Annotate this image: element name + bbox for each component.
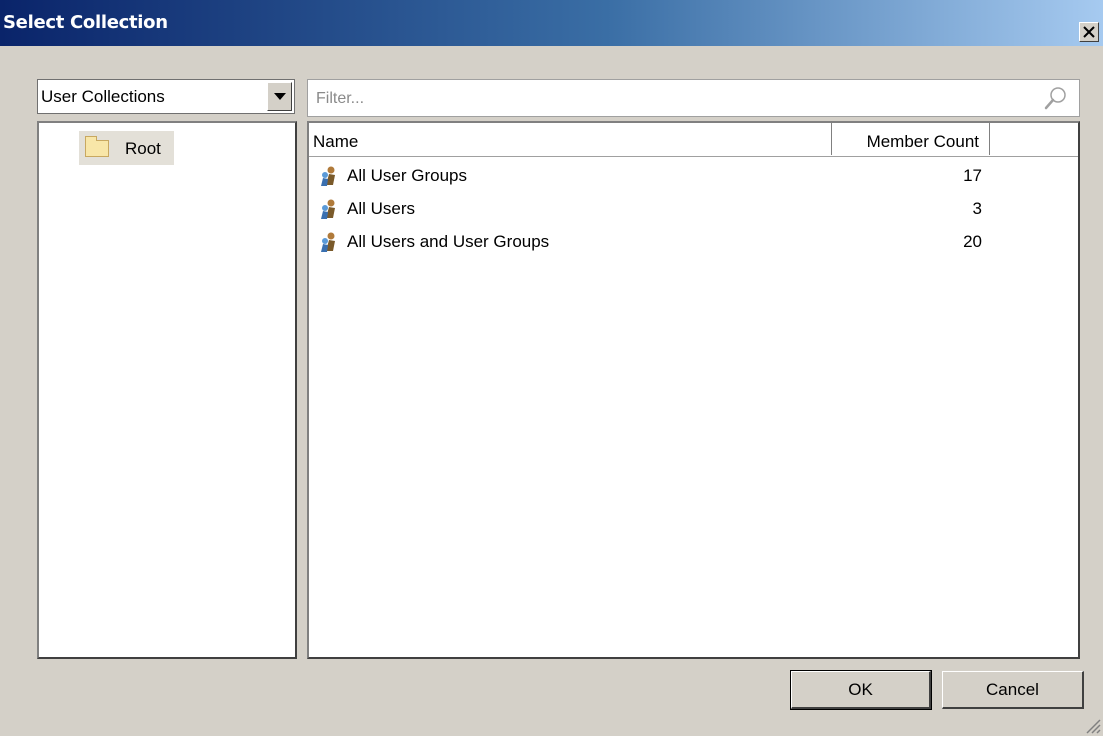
row-name: All User Groups	[347, 166, 467, 185]
list-header: Name Member Count	[309, 123, 1078, 157]
row-member-count: 3	[972, 199, 982, 218]
collection-type-value: User Collections	[41, 87, 165, 106]
filter-input[interactable]	[316, 88, 1016, 110]
tree-item-label: Root	[125, 139, 161, 158]
list-item[interactable]: All Users 3	[309, 192, 990, 225]
chevron-down-icon	[273, 93, 286, 100]
search-icon[interactable]	[1043, 85, 1069, 111]
dropdown-button[interactable]	[267, 82, 292, 111]
folder-icon	[85, 136, 109, 157]
row-member-count: 17	[963, 166, 982, 185]
row-member-count: 20	[963, 232, 982, 251]
title-bar: Select Collection	[0, 0, 1103, 46]
user-collection-icon	[321, 199, 335, 219]
user-collection-icon	[321, 166, 335, 186]
list-item[interactable]: All User Groups 17	[309, 159, 990, 192]
window-title: Select Collection	[3, 12, 168, 33]
ok-button[interactable]: OK	[790, 670, 932, 710]
resize-grip-icon[interactable]	[1083, 716, 1101, 734]
list-item[interactable]: All Users and User Groups 20	[309, 225, 990, 258]
column-header-blank[interactable]	[990, 123, 1078, 155]
close-button[interactable]	[1079, 22, 1099, 42]
filter-box[interactable]	[307, 79, 1080, 117]
close-icon	[1083, 26, 1095, 38]
user-collection-icon	[321, 232, 335, 252]
row-name: All Users	[347, 199, 416, 218]
collection-type-dropdown[interactable]: User Collections	[37, 79, 295, 114]
column-header-name[interactable]: Name	[309, 123, 832, 155]
column-header-member-count[interactable]: Member Count	[832, 123, 990, 155]
cancel-button[interactable]: Cancel	[942, 671, 1084, 709]
tree-item-root[interactable]: Root	[79, 131, 174, 165]
collection-list[interactable]: Name Member Count All User Groups 17 All…	[307, 121, 1080, 659]
collection-tree[interactable]: Root	[37, 121, 297, 659]
row-name: All Users and User Groups	[347, 232, 550, 251]
